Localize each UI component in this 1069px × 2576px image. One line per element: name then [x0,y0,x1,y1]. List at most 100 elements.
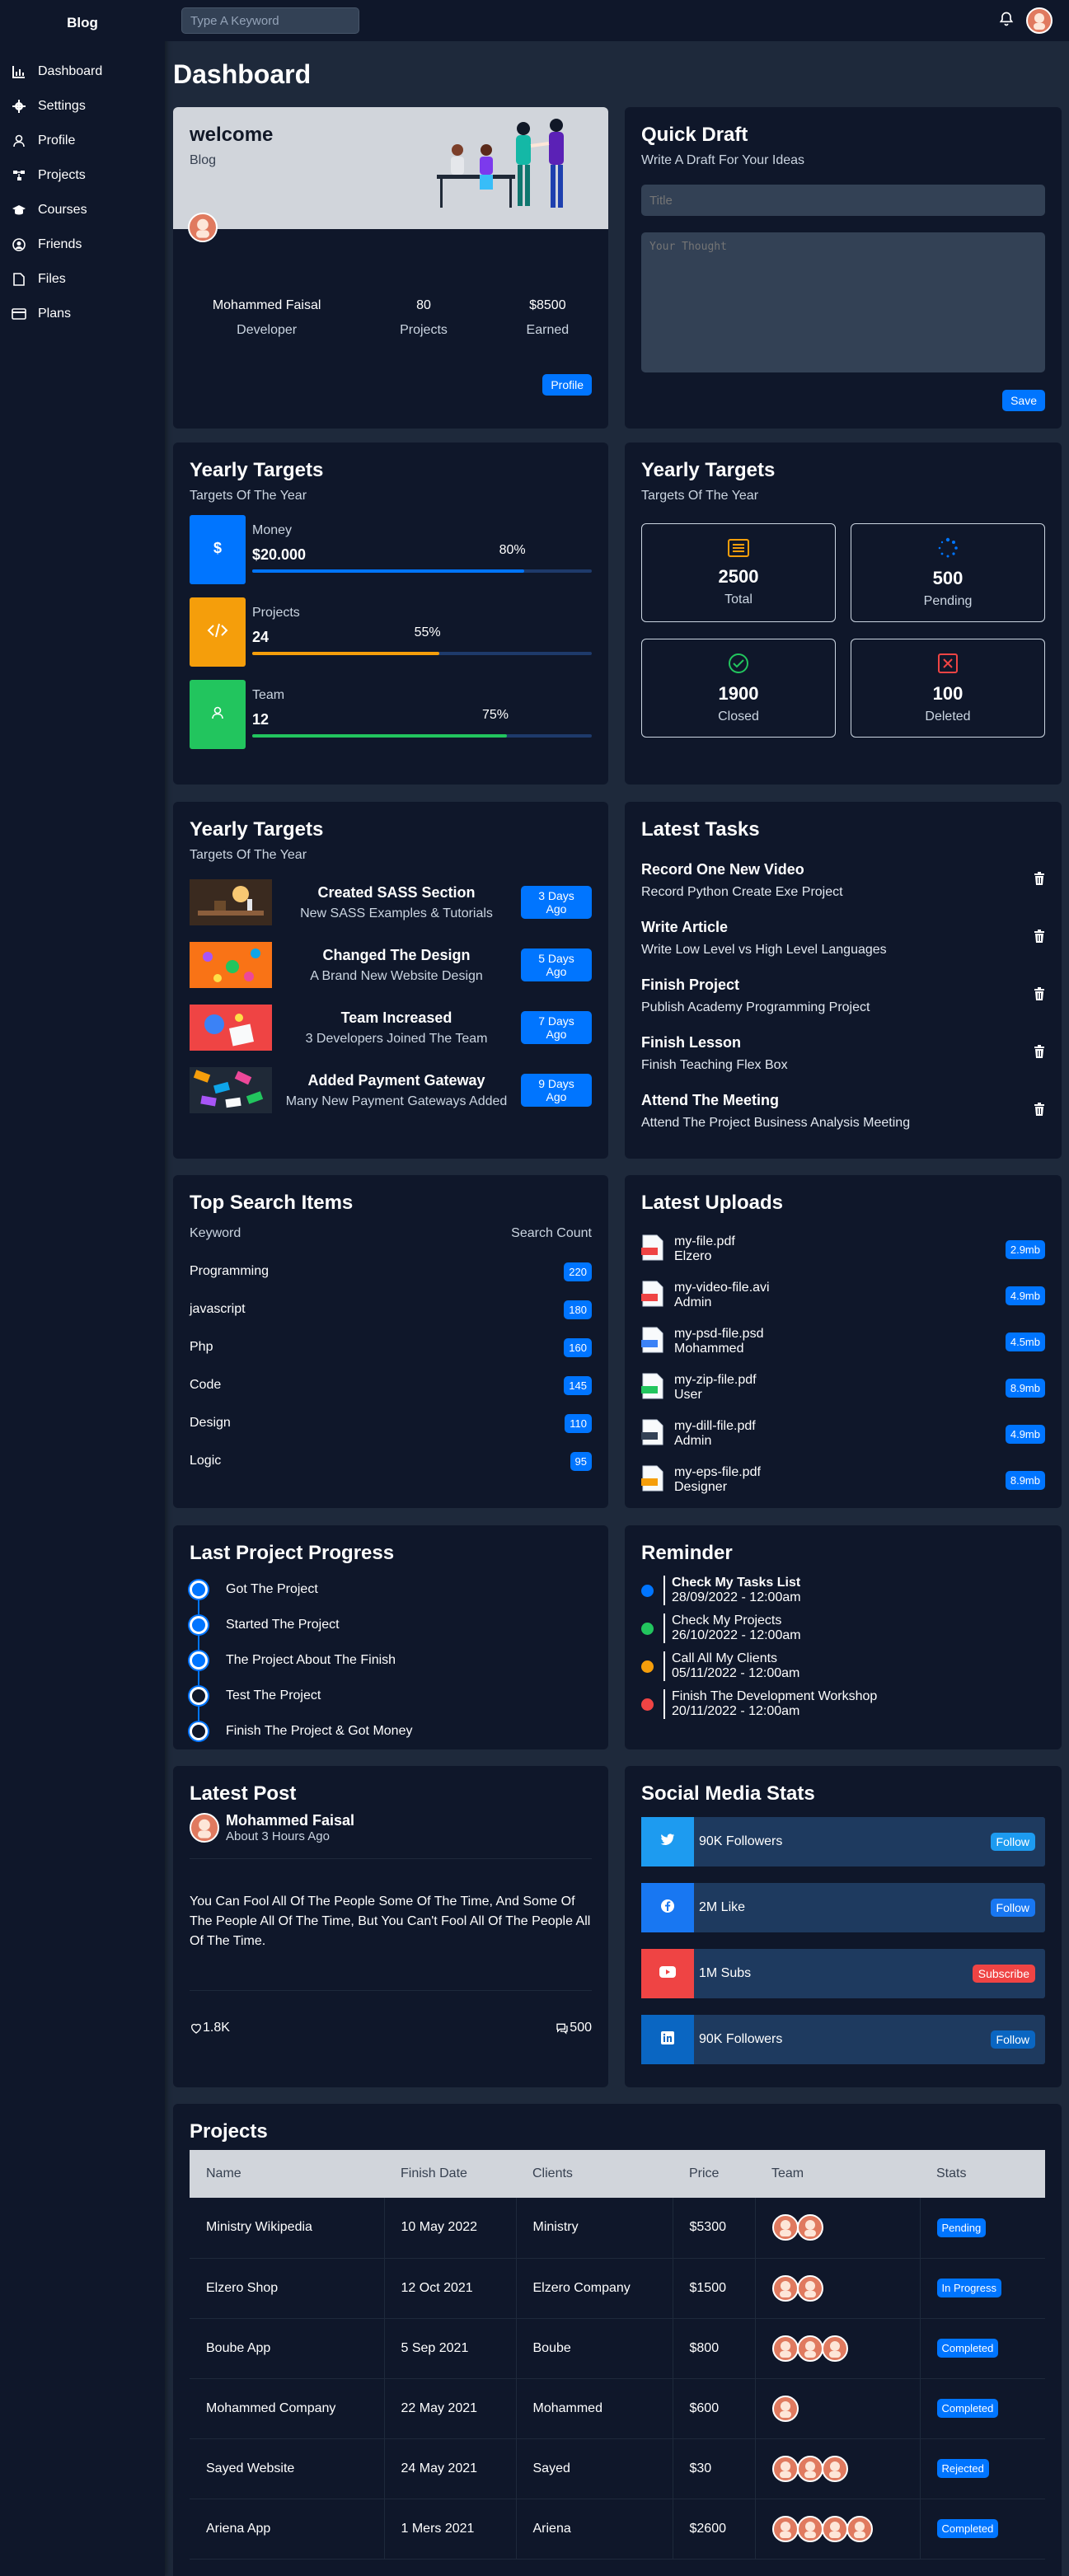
trash-icon[interactable] [1034,1102,1045,1120]
team-member-avatar[interactable] [796,2335,823,2362]
stat-value: 500 [932,567,964,588]
sidebar-item-plans[interactable]: Plans [0,297,165,331]
task-title: Write Article [641,918,729,935]
team-member-avatar[interactable] [796,2274,823,2302]
bell-icon[interactable] [998,11,1015,31]
user-avatar[interactable] [1026,7,1053,34]
news-subtitle: Targets Of The Year [190,848,307,862]
search-count-badge: 220 [564,1262,592,1281]
team-member-avatar[interactable] [771,2335,799,2362]
team-member-avatar[interactable] [821,2515,848,2542]
keyword-header: Keyword [190,1226,241,1240]
search-keyword: Logic [190,1454,222,1468]
uploads-list: my-file.pdf Elzero 2.9mb my-video-file.avi A… [641,1226,1045,1503]
cell-status: Pending [919,2198,1045,2259]
comments-count: 500 [570,2021,592,2035]
targets-list: $ Money $20.000 80% Projects 24 55% Team 12 75% [190,515,592,749]
target-item: Team 12 75% [190,680,592,749]
credit-card-icon [12,307,26,321]
reminder-text: Check My Tasks List 28/09/2022 - 12:00am [663,1576,801,1605]
target-name: Projects [252,606,300,620]
team-member-avatar[interactable] [821,2335,848,2362]
team-member-avatar[interactable] [771,2214,799,2241]
upload-info: my-dill-file.pdf Admin [641,1419,756,1450]
sidebar-item-projects[interactable]: Projects [0,158,165,193]
upload-text: my-dill-file.pdf Admin [674,1419,756,1449]
sidebar-item-settings[interactable]: Settings [0,89,165,124]
welcome-title: welcome [190,124,274,146]
trash-icon[interactable] [1034,871,1045,889]
save-button[interactable]: Save [1002,390,1045,411]
target-info: Team 12 75% [252,680,592,749]
post-time: About 3 Hours Ago [226,1829,330,1843]
stat-label: Total [724,592,753,607]
team-member-avatar[interactable] [771,2395,799,2422]
trash-icon[interactable] [1034,986,1045,1005]
list-icon [728,538,749,561]
targets-card: Yearly Targets Targets Of The Year $ Mone… [173,443,608,785]
team-avatars [771,2515,920,2542]
upload-text: my-psd-file.psd Mohammed [674,1327,763,1356]
cell-date: 24 May 2021 [383,2438,516,2499]
reminder-date: 20/11/2022 - 12:00am [672,1704,800,1718]
team-member-avatar[interactable] [796,2214,823,2241]
team-member-avatar[interactable] [796,2515,823,2542]
upload-info: my-zip-file.pdf User [641,1373,757,1403]
upload-size-badge: 4.9mb [1005,1286,1045,1305]
social-follow-button[interactable]: Follow [990,1899,1035,1917]
trash-icon[interactable] [1034,929,1045,947]
progress-step-label: Got The Project [226,1581,318,1596]
cell-price: $5300 [672,2198,755,2259]
sidebar: Blog Dashboard Settings Profile Projects Cou… [0,0,165,2576]
team-member-avatar[interactable] [821,2455,848,2482]
team-member-avatar[interactable] [846,2515,873,2542]
progress-step: Started The Project [190,1607,592,1642]
sidebar-item-files[interactable]: Files [0,262,165,297]
cell-date: 1 Mers 2021 [383,2499,516,2560]
welcome-subtitle: Blog [190,153,217,167]
cell-price: $800 [672,2318,755,2379]
likes[interactable]: 1.8K [190,2021,230,2035]
step-pending-icon [190,1686,208,1705]
cell-team [754,2318,920,2379]
stat-label: Pending [923,593,973,608]
sidebar-nav: Dashboard Settings Profile Projects Courses F… [0,54,165,331]
upload-item: my-dill-file.pdf Admin 4.9mb [641,1411,1045,1457]
sidebar-item-dashboard[interactable]: Dashboard [0,54,165,89]
team-member-avatar[interactable] [771,2274,799,2302]
sidebar-item-profile[interactable]: Profile [0,124,165,158]
quick-draft-title: Quick Draft [641,124,748,146]
profile-button[interactable]: Profile [542,374,592,396]
news-title: Yearly Targets [190,818,324,841]
team-member-avatar[interactable] [796,2455,823,2482]
social-subscribe-button[interactable]: Subscribe [972,1965,1035,1983]
search-input[interactable] [181,7,359,34]
targets-stats-card: Yearly Targets Targets Of The Year 2500 T… [625,443,1062,785]
tasks-title: Latest Tasks [641,818,760,841]
post-footer: 1.8K 500 [190,1990,592,2035]
target-icon-box [190,680,246,749]
user-circle-icon [12,237,26,252]
column-header: Team [755,2150,920,2198]
news-item-desc: Many New Payment Gateways Added [285,1094,508,1108]
draft-body-textarea[interactable] [641,232,1045,372]
draft-title-input[interactable] [641,185,1045,216]
team-member-avatar[interactable] [771,2515,799,2542]
comments[interactable]: 500 [555,2021,592,2035]
file-type-icon [641,1327,664,1357]
news-thumbnail [190,942,272,988]
team-avatars [771,2455,920,2482]
social-follow-button[interactable]: Follow [990,2030,1035,2049]
trash-icon[interactable] [1034,1044,1045,1062]
count-header: Search Count [511,1226,592,1240]
news-card: Yearly Targets Targets Of The Year Creat… [173,802,608,1159]
sidebar-item-courses[interactable]: Courses [0,193,165,227]
social-label: 2M Like [699,1900,746,1914]
search-count-badge: 145 [564,1375,592,1395]
upload-text: my-zip-file.pdf User [674,1373,757,1403]
task-text: Finish Project Publish Academy Programmin… [641,977,870,1015]
social-label: 90K Followers [699,1834,783,1848]
social-follow-button[interactable]: Follow [990,1833,1035,1851]
team-member-avatar[interactable] [771,2455,799,2482]
sidebar-item-friends[interactable]: Friends [0,227,165,262]
